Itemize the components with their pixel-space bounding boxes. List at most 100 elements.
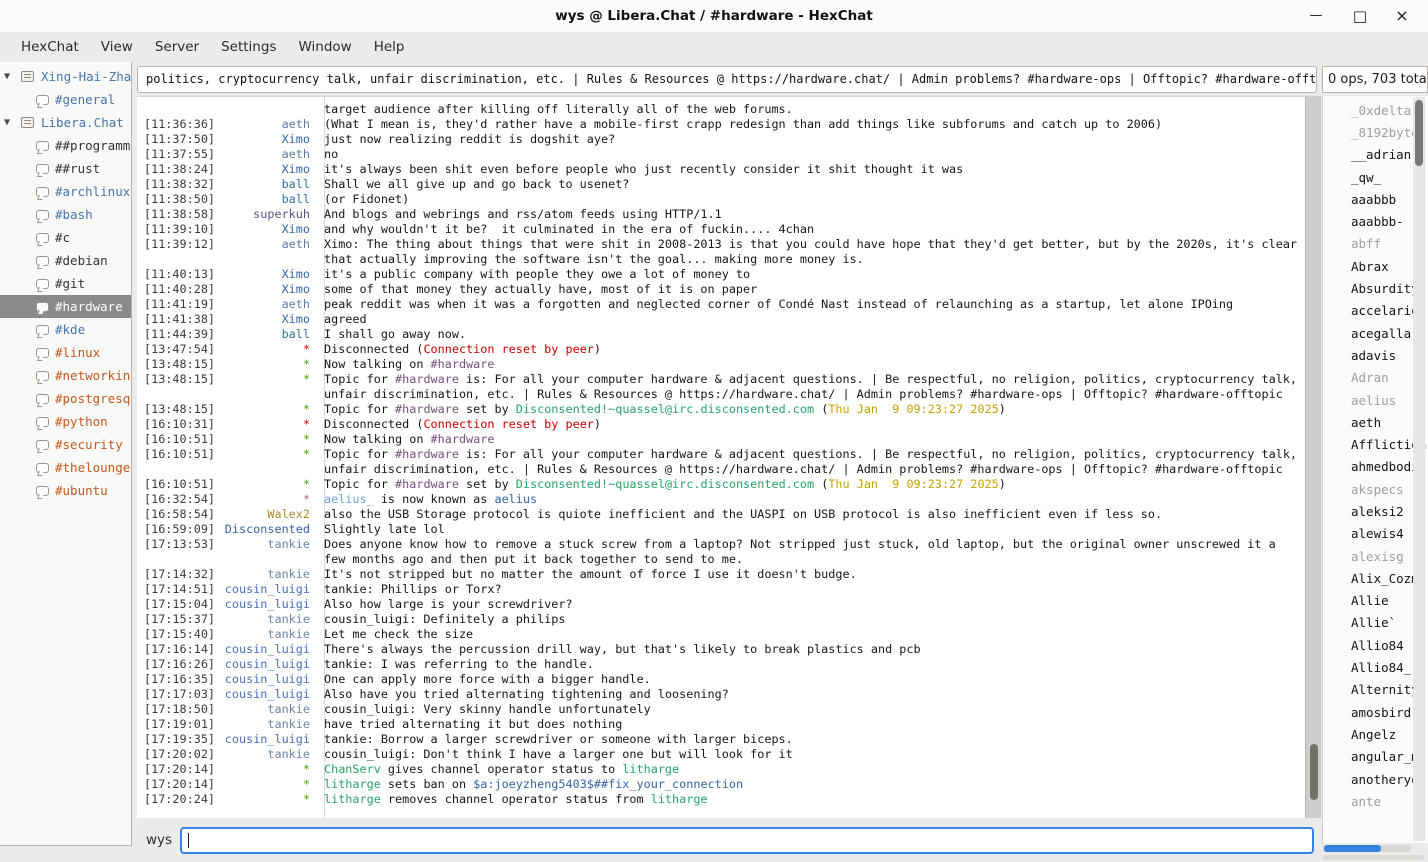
expander-icon[interactable]: ▼: [4, 117, 21, 128]
event-marker: *: [209, 447, 317, 477]
sidebar-item--thelounge[interactable]: #thelounge: [0, 456, 131, 479]
tree-item-label: #ubuntu: [55, 483, 108, 498]
sidebar-item--programming[interactable]: ##programming: [0, 134, 131, 157]
maximize-button[interactable]: □: [1340, 0, 1380, 32]
sidebar-item--networking[interactable]: #networking: [0, 364, 131, 387]
message-text: Disconnected (Connection reset by peer): [317, 342, 1305, 357]
userlist-scrollbar[interactable]: [1413, 97, 1425, 841]
message-timestamp: [16:59:09]: [137, 522, 209, 537]
message-nick: cousin_luigi: [209, 732, 317, 747]
sidebar-item--rust[interactable]: ##rust: [0, 157, 131, 180]
message-segment: ): [594, 417, 601, 431]
message-timestamp: [11:37:50]: [137, 132, 209, 147]
message-nick: [209, 102, 317, 117]
chat-message-row: [16:10:51]*Topic for #hardware is: For a…: [137, 447, 1305, 477]
sidebar-item--ubuntu[interactable]: #ubuntu: [0, 479, 131, 502]
menu-item-settings[interactable]: Settings: [210, 32, 287, 62]
message-text: target audience after killing off litera…: [317, 102, 1305, 117]
sidebar-item--debian[interactable]: #debian: [0, 249, 131, 272]
message-segment: is: For all your computer hardware & adj…: [324, 447, 1304, 476]
message-segment: Topic for: [324, 372, 395, 386]
chat-message-row: [17:13:53]tankieDoes anyone know how to …: [137, 537, 1305, 567]
tree-item-label: ##rust: [55, 161, 100, 176]
network-icon: [21, 71, 34, 82]
message-timestamp: [17:15:40]: [137, 627, 209, 642]
message-segment: have tried alternating it but does nothi…: [324, 717, 622, 731]
message-segment: no: [324, 147, 338, 161]
sidebar-item--kde[interactable]: #kde: [0, 318, 131, 341]
channel-icon: [36, 233, 49, 243]
sidebar-item--archlinux[interactable]: #archlinux: [0, 180, 131, 203]
userlist-hscrollbar-track[interactable]: [1323, 855, 1424, 860]
message-segment: Disconnected (: [324, 342, 423, 356]
message-segment: #hardware: [395, 372, 459, 386]
message-nick: tankie: [209, 567, 317, 582]
minimize-button[interactable]: —: [1296, 0, 1336, 32]
tree-network-xing-hai-zhan[interactable]: ▼Xing-Hai-Zhan: [0, 65, 131, 88]
message-segment: litharge: [324, 777, 381, 791]
menu-item-window[interactable]: Window: [287, 32, 362, 62]
message-segment: I shall go away now.: [324, 327, 466, 341]
message-text: litharge sets ban on $a:joeyzheng5403$##…: [317, 777, 1305, 792]
chat-scrollbar[interactable]: [1305, 96, 1321, 818]
sidebar-item--hardware[interactable]: #hardware: [0, 295, 131, 318]
event-marker: *: [209, 432, 317, 447]
sidebar-item--general[interactable]: #general: [0, 88, 131, 111]
chat-message-row: [11:41:19]aethpeak reddit was when it wa…: [137, 297, 1305, 312]
chat-message-row: [17:16:14]cousin_luigiThere's always the…: [137, 642, 1305, 657]
message-timestamp: [11:41:19]: [137, 297, 209, 312]
message-text: Also how large is your screwdriver?: [317, 597, 1305, 612]
message-nick: tankie: [209, 717, 317, 732]
message-text: aelius_ is now known as aelius: [317, 492, 1305, 507]
message-timestamp: [13:48:15]: [137, 402, 209, 417]
userlist-hscrollbar[interactable]: [1323, 845, 1411, 852]
menu-item-help[interactable]: Help: [363, 32, 416, 62]
userlist-hscrollbar-thumb[interactable]: [1324, 845, 1381, 852]
menu-item-view[interactable]: View: [90, 32, 144, 62]
message-segment: Now talking on: [324, 432, 431, 446]
sidebar-item--linux[interactable]: #linux: [0, 341, 131, 364]
channel-icon: [36, 463, 49, 473]
message-timestamp: [11:40:13]: [137, 267, 209, 282]
message-nick: superkuh: [209, 207, 317, 222]
message-timestamp: [17:15:37]: [137, 612, 209, 627]
chat-scrollbar-thumb[interactable]: [1310, 744, 1318, 800]
topic-input[interactable]: politics, cryptocurrency talk, unfair di…: [137, 66, 1317, 93]
userlist-scrollbar-thumb[interactable]: [1415, 100, 1423, 166]
message-timestamp: [16:10:51]: [137, 447, 209, 477]
message-segment: Does anyone know how to remove a stuck s…: [324, 537, 1283, 566]
message-segment: litharge: [622, 762, 679, 776]
sidebar-item--git[interactable]: #git: [0, 272, 131, 295]
chat-message-row: [16:10:31]*Disconnected (Connection rese…: [137, 417, 1305, 432]
close-icon[interactable]: ×: [1382, 0, 1422, 32]
message-text: peak reddit was when it was a forgotten …: [317, 297, 1305, 312]
expander-icon[interactable]: ▼: [4, 71, 21, 82]
sidebar-item--bash[interactable]: #bash: [0, 203, 131, 226]
message-nick: cousin_luigi: [209, 687, 317, 702]
tree-item-label: #bash: [55, 207, 93, 222]
chat-message-row: [13:48:15]*Topic for #hardware set by Di…: [137, 402, 1305, 417]
message-nick: aeth: [209, 297, 317, 312]
menu-item-server[interactable]: Server: [144, 32, 210, 62]
message-text: Topic for #hardware is: For all your com…: [317, 372, 1305, 402]
sidebar-item--c[interactable]: #c: [0, 226, 131, 249]
message-input[interactable]: [180, 827, 1314, 854]
message-text: It's not stripped but no matter the amou…: [317, 567, 1305, 582]
sidebar-item--python[interactable]: #python: [0, 410, 131, 433]
sidebar-item--postgresql[interactable]: #postgresql: [0, 387, 131, 410]
userlist-header: 0 ops, 703 total: [1322, 66, 1428, 93]
chat-message-row: [17:15:04]cousin_luigiAlso how large is …: [137, 597, 1305, 612]
message-text: Let me check the size: [317, 627, 1305, 642]
channel-icon: [36, 256, 49, 266]
message-segment: it's always been shit even before people…: [324, 162, 963, 176]
message-segment: is: For all your computer hardware & adj…: [324, 372, 1304, 401]
tree-network-libera-chat[interactable]: ▼Libera.Chat: [0, 111, 131, 134]
message-segment: Connection reset by peer: [423, 417, 593, 431]
menu-item-hexchat[interactable]: HexChat: [10, 32, 90, 62]
sidebar-item--security[interactable]: #security: [0, 433, 131, 456]
message-timestamp: [17:18:50]: [137, 702, 209, 717]
message-nick: cousin_luigi: [209, 597, 317, 612]
message-segment: ): [594, 342, 601, 356]
event-marker: *: [209, 402, 317, 417]
message-text: tankie: Phillips or Torx?: [317, 582, 1305, 597]
